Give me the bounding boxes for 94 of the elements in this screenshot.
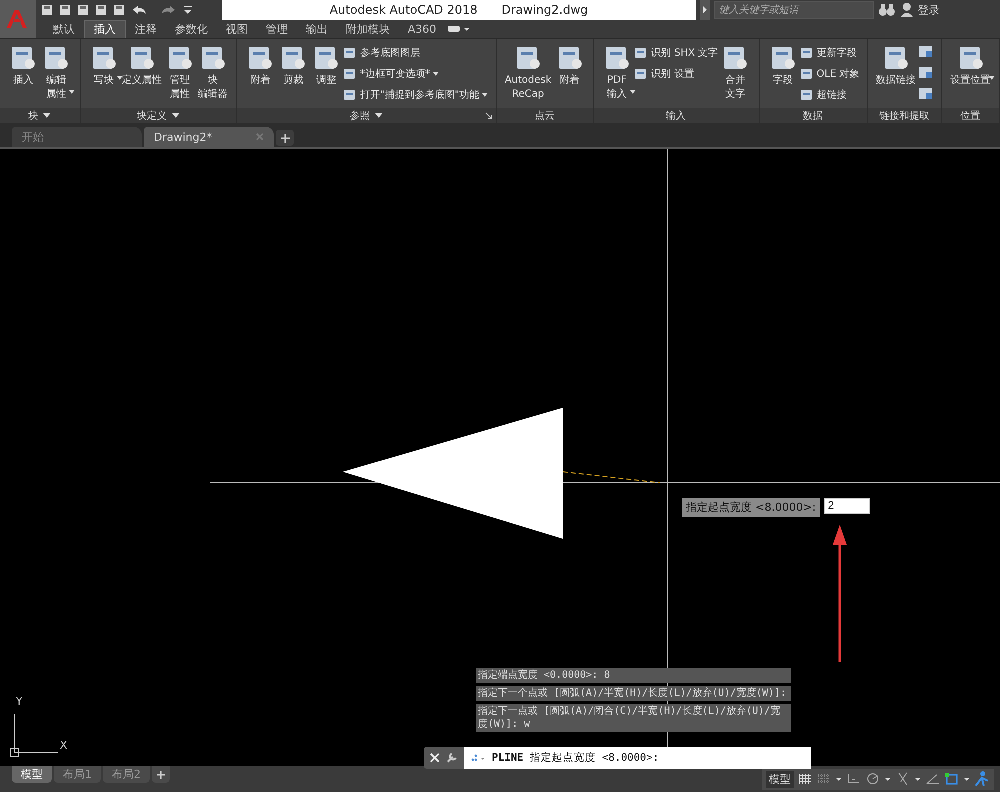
ribbon-tool-button[interactable]: 写块 [88, 42, 120, 90]
model-space-button[interactable]: 模型 [766, 770, 794, 788]
ribbon-tool-button[interactable]: 附着 [244, 42, 276, 90]
ribbon-tool-button[interactable]: 识别 设置 [634, 65, 718, 82]
ribbon-tab[interactable]: 默认 [44, 20, 84, 38]
ribbon-tab[interactable]: 附加模块 [337, 20, 399, 38]
figure-icon[interactable] [974, 771, 990, 787]
ribbon-tool-button[interactable]: 块 编辑器 [196, 42, 229, 104]
dynamic-input-field[interactable]: 2 [824, 498, 870, 514]
polar-tracking-icon[interactable] [865, 772, 881, 786]
add-layout-button[interactable] [152, 766, 170, 783]
dropdown-caret-icon[interactable] [116, 76, 123, 80]
ribbon-tab[interactable]: 管理 [257, 20, 297, 38]
tool-icon [800, 46, 814, 60]
ribbon-tool-button[interactable]: 更新字段 [800, 44, 860, 61]
ribbon-tab[interactable]: A360 [399, 20, 446, 38]
angle-icon[interactable] [925, 772, 941, 786]
ribbon-tool-button[interactable]: 附着 [554, 42, 586, 90]
panel-title[interactable]: 点云 [534, 108, 555, 122]
tool-icon[interactable] [918, 86, 934, 102]
dropdown-caret-icon[interactable] [43, 113, 52, 118]
file-tab[interactable]: Drawing2* [144, 127, 274, 147]
prompt-icon [470, 753, 486, 763]
new-tab-button[interactable] [276, 130, 294, 146]
customize-dropdown-icon[interactable] [182, 3, 194, 17]
layout-tab[interactable]: 模型 [12, 766, 52, 783]
panel-title[interactable]: 输入 [666, 108, 686, 122]
panel-title[interactable]: 块定义 [136, 108, 167, 122]
plus-icon [157, 770, 165, 778]
ribbon-tool-button[interactable]: 编辑 属性 [40, 42, 72, 104]
tool-icon [634, 46, 648, 60]
ribbon-tool-button[interactable]: OLE 对象 [800, 65, 860, 82]
tool-icon[interactable] [918, 65, 934, 81]
ribbon-tool-button[interactable]: 数据链接 [875, 42, 918, 90]
dropdown-caret-icon[interactable] [69, 90, 76, 94]
sign-in-button[interactable]: 登录 [918, 2, 940, 18]
dialog-launcher-icon[interactable] [484, 112, 493, 120]
dropdown-caret-icon[interactable] [988, 76, 995, 80]
ribbon-tool-button[interactable]: 打开"捕捉到参考底图"功能 [343, 86, 488, 103]
dropdown-caret-icon[interactable] [630, 90, 636, 94]
ribbon-tool-button[interactable]: 插入 [7, 42, 40, 90]
tool-icon [343, 46, 358, 60]
ribbon-tool-button[interactable]: 定义属性 [120, 42, 163, 90]
dropdown-caret-icon[interactable] [482, 92, 488, 96]
ribbon-tab[interactable]: 注释 [126, 20, 166, 38]
ribbon-tool-button[interactable]: 管理 属性 [164, 42, 196, 104]
tool-icon [343, 88, 358, 102]
tool-icon [800, 88, 814, 102]
dropdown-caret-icon[interactable] [172, 113, 180, 118]
ribbon-tab[interactable]: 参数化 [166, 20, 217, 38]
ribbon-tool-button[interactable]: *边框可变选项* [343, 65, 488, 82]
binoculars-icon[interactable] [878, 2, 896, 18]
ribbon-tool-button[interactable]: 识别 SHX 文字 [634, 44, 718, 61]
tool-icon [343, 66, 358, 80]
user-icon[interactable] [900, 2, 914, 18]
ribbon-tab[interactable]: 输出 [297, 20, 337, 38]
axis-label: Y [16, 695, 23, 708]
file-tab-label[interactable]: Drawing2* [154, 130, 212, 144]
search-field[interactable]: 键入关键字或短语 [714, 1, 874, 19]
ortho-icon[interactable] [846, 772, 862, 786]
ribbon-tool-button[interactable]: 超链接 [800, 86, 860, 103]
wrench-icon[interactable] [446, 752, 458, 764]
panel-toggle-icon[interactable] [446, 23, 472, 35]
plus-icon [280, 134, 290, 142]
application-title: Autodesk AutoCAD 2018 [330, 3, 478, 17]
ucs-axes-icon [10, 714, 58, 758]
panel-title[interactable]: 链接和提取 [880, 108, 930, 122]
ribbon-tool-button[interactable]: 参考底图图层 [343, 44, 488, 61]
ribbon-tool-button[interactable]: 设置位置 [950, 42, 992, 90]
panel-title[interactable]: 数据 [803, 108, 824, 122]
panel-title[interactable]: 块 [28, 108, 38, 122]
panel-title[interactable]: 位置 [960, 108, 981, 122]
ribbon-tool-button[interactable]: 合并 文字 [719, 42, 752, 104]
axis-label: X [60, 739, 68, 752]
command-prompt: PLINE 指定起点宽度 <8.0000>: [492, 751, 660, 765]
command-line-field[interactable]: PLINE 指定起点宽度 <8.0000>: [464, 747, 811, 769]
ribbon-tab[interactable]: 插入 [84, 20, 126, 38]
dropdown-caret-icon[interactable] [374, 113, 383, 118]
ribbon-tool-button[interactable]: Autodesk ReCap [504, 42, 553, 104]
ribbon-tool-button[interactable]: 调整 [310, 42, 342, 90]
ribbon-tab[interactable]: 视图 [217, 20, 257, 38]
ribbon-tool-button[interactable]: 字段 [766, 42, 799, 90]
dropdown-caret-icon[interactable] [433, 72, 440, 76]
object-snap-icon[interactable] [944, 772, 960, 786]
dynamic-input-prompt: 指定起点宽度 <8.0000>: [682, 498, 820, 517]
tool-icon[interactable] [918, 44, 934, 60]
panel-title[interactable]: 参照 [350, 108, 370, 122]
save-icon[interactable] [76, 3, 90, 17]
grid-icon[interactable] [797, 772, 813, 786]
tool-icon [634, 66, 648, 80]
file-name: Drawing2.dwg [502, 3, 588, 17]
ribbon-tool-button[interactable]: PDF 输入 [601, 42, 634, 104]
ribbon-tool-button[interactable]: 剪裁 [277, 42, 310, 90]
tool-icon [800, 66, 814, 80]
